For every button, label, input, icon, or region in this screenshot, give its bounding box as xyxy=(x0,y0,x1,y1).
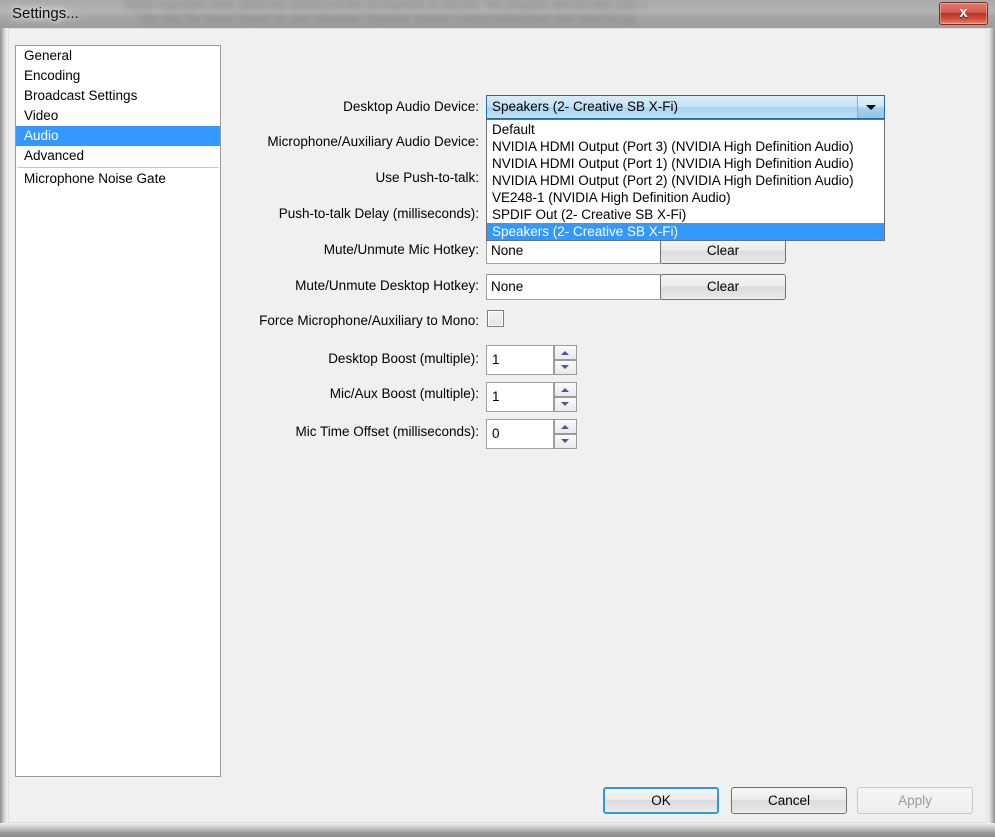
clear-mic-hotkey-button[interactable]: Clear xyxy=(660,238,786,264)
mic-time-offset-decrement-button[interactable] xyxy=(554,434,577,449)
glass-background-blur: Some important notes about the sound and… xyxy=(120,0,980,28)
caret-up-icon xyxy=(561,388,569,392)
mic-time-offset-increment-button[interactable] xyxy=(554,419,577,434)
close-button[interactable]: x xyxy=(939,2,988,25)
force-mono-checkbox[interactable] xyxy=(487,310,504,327)
mic-aux-boost-value[interactable]: 1 xyxy=(486,382,554,412)
chevron-down-icon xyxy=(866,105,876,110)
mute-mic-hotkey-input[interactable]: None xyxy=(486,238,661,264)
label-mic-aux-boost: Mic/Aux Boost (multiple): xyxy=(329,386,479,401)
window-title: Settings... xyxy=(12,5,79,22)
glass-blur-line-1: Some important notes about the sound and… xyxy=(124,0,647,12)
label-desktop-audio-device: Desktop Audio Device: xyxy=(343,99,479,114)
caret-down-icon xyxy=(561,439,569,443)
cancel-button[interactable]: Cancel xyxy=(731,787,847,814)
desktop-audio-device-dropdown-list[interactable]: Default NVIDIA HDMI Output (Port 3) (NVID… xyxy=(486,119,885,241)
sidebar-separator xyxy=(17,167,219,168)
caret-down-icon xyxy=(561,402,569,406)
desktop-boost-value[interactable]: 1 xyxy=(486,345,554,375)
dropdown-option[interactable]: SPDIF Out (2- Creative SB X-Fi) xyxy=(487,206,884,223)
client-area: General Encoding Broadcast Settings Video Au… xyxy=(8,28,987,823)
window-edge-right xyxy=(987,28,995,823)
window-edge-bottom xyxy=(0,823,995,837)
label-push-to-talk-delay: Push-to-talk Delay (milliseconds): xyxy=(278,206,479,221)
settings-window: Some important notes about the sound and… xyxy=(0,0,995,837)
sidebar-item-encoding[interactable]: Encoding xyxy=(16,66,220,86)
mute-desktop-hotkey-input[interactable]: None xyxy=(486,274,661,300)
label-force-mono: Force Microphone/Auxiliary to Mono: xyxy=(259,313,479,328)
glass-blur-line-2: ... This way the Wave Output on your Win… xyxy=(124,13,636,25)
dropdown-option[interactable]: NVIDIA HDMI Output (Port 3) (NVIDIA High… xyxy=(487,138,884,155)
mic-aux-boost-decrement-button[interactable] xyxy=(554,397,577,412)
label-desktop-boost: Desktop Boost (multiple): xyxy=(328,351,479,366)
settings-category-list[interactable]: General Encoding Broadcast Settings Video Au… xyxy=(15,45,221,777)
desktop-audio-device-dropdown-button[interactable] xyxy=(857,96,884,118)
desktop-boost-increment-button[interactable] xyxy=(554,345,577,360)
sidebar-item-advanced[interactable]: Advanced xyxy=(16,146,220,166)
label-mute-mic-hotkey: Mute/Unmute Mic Hotkey: xyxy=(323,242,479,257)
clear-desktop-hotkey-button[interactable]: Clear xyxy=(660,274,786,300)
desktop-audio-device-combobox[interactable]: Speakers (2- Creative SB X-Fi) xyxy=(486,95,885,119)
ok-button[interactable]: OK xyxy=(603,787,719,814)
caret-up-icon xyxy=(561,351,569,355)
desktop-audio-device-selected-text: Speakers (2- Creative SB X-Fi) xyxy=(492,99,679,114)
dropdown-option[interactable]: Speakers (2- Creative SB X-Fi) xyxy=(487,223,884,240)
dropdown-option[interactable]: Default xyxy=(487,121,884,138)
window-edge-left xyxy=(0,28,8,823)
label-use-push-to-talk: Use Push-to-talk: xyxy=(375,170,479,185)
label-mic-time-offset: Mic Time Offset (milliseconds): xyxy=(295,424,479,439)
dropdown-option[interactable]: NVIDIA HDMI Output (Port 2) (NVIDIA High… xyxy=(487,172,884,189)
title-bar: Some important notes about the sound and… xyxy=(0,0,995,28)
mic-time-offset-value[interactable]: 0 xyxy=(486,419,554,449)
dropdown-option[interactable]: NVIDIA HDMI Output (Port 1) (NVIDIA High… xyxy=(487,155,884,172)
dropdown-option[interactable]: VE248-1 (NVIDIA High Definition Audio) xyxy=(487,189,884,206)
mic-aux-boost-increment-button[interactable] xyxy=(554,382,577,397)
label-mic-aux-device: Microphone/Auxiliary Audio Device: xyxy=(267,134,479,149)
label-mute-desktop-hotkey: Mute/Unmute Desktop Hotkey: xyxy=(295,278,479,293)
caret-down-icon xyxy=(561,365,569,369)
caret-up-icon xyxy=(561,425,569,429)
desktop-boost-decrement-button[interactable] xyxy=(554,360,577,375)
sidebar-item-general[interactable]: General xyxy=(16,46,220,66)
close-icon: x xyxy=(959,4,968,21)
apply-button[interactable]: Apply xyxy=(857,787,973,814)
